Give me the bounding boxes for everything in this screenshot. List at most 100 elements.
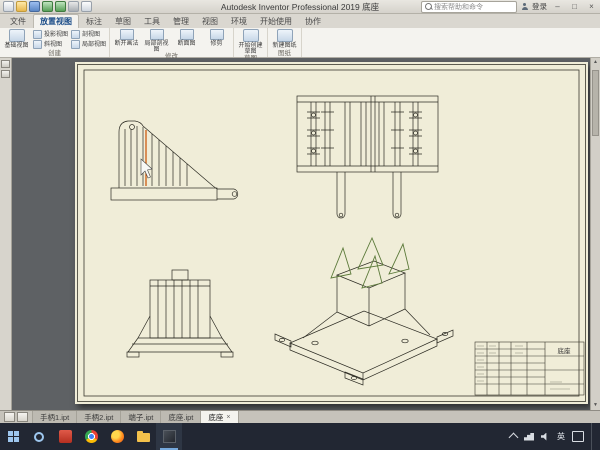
- section-view-button[interactable]: 剖视图: [71, 30, 106, 39]
- redo-icon[interactable]: [55, 1, 66, 12]
- action-center-icon[interactable]: [572, 431, 584, 442]
- start-button[interactable]: [0, 423, 26, 450]
- save-icon[interactable]: [29, 1, 40, 12]
- tab-close-icon[interactable]: ×: [226, 414, 230, 421]
- ribbon: 基础视图 投影视图 斜视图 剖视图 局部视图 创建 断开画法 局部剖视图 断面图…: [0, 28, 600, 62]
- detail-view-label: 局部视图: [82, 41, 107, 48]
- drawing-sheet[interactable]: 底座: [75, 62, 588, 404]
- projected-view-icon: [33, 30, 42, 39]
- doc-tab-terminal[interactable]: 端子.ipt: [121, 411, 162, 423]
- tab-annotate[interactable]: 标注: [80, 15, 108, 28]
- break-out-icon: [149, 29, 164, 40]
- base-view-label: 基础视图: [4, 43, 29, 49]
- print-icon[interactable]: [68, 1, 79, 12]
- view-front-lower-left[interactable]: [126, 269, 234, 358]
- doc-tab-handle2[interactable]: 手柄2.ipt: [77, 411, 122, 423]
- sheet-list-icon[interactable]: [17, 412, 28, 422]
- doc-tab-base-drawing[interactable]: 底座 ×: [201, 411, 239, 423]
- tab-tools[interactable]: 工具: [138, 15, 166, 28]
- taskbar-app-chrome[interactable]: [78, 423, 104, 450]
- projected-view-label: 投影视图: [44, 31, 69, 38]
- graphics-canvas[interactable]: 底座 ▲ ▼: [0, 58, 600, 410]
- break-out-button[interactable]: 局部剖视图: [143, 29, 170, 53]
- ribbon-group-sheets: 新建图纸 图纸: [268, 28, 303, 57]
- doc-tab-handle1[interactable]: 手柄1.ipt: [33, 411, 78, 423]
- slice-icon: [179, 29, 194, 40]
- ribbon-group-create: 基础视图 投影视图 斜视图 剖视图 局部视图 创建: [0, 28, 111, 57]
- new-file-icon[interactable]: [3, 1, 14, 12]
- firefox-icon: [110, 430, 124, 443]
- tray-expand-icon[interactable]: [508, 432, 519, 443]
- detail-view-icon: [71, 40, 81, 49]
- open-file-icon[interactable]: [16, 1, 27, 12]
- windows-logo-icon: [7, 431, 19, 442]
- new-sheet-button[interactable]: 新建图纸: [271, 29, 298, 49]
- browser-menu-icon[interactable]: [1, 70, 10, 78]
- doc-tab-label: 底座: [208, 412, 224, 422]
- minimize-button[interactable]: –: [551, 1, 564, 13]
- iso-gusset-fins[interactable]: [330, 236, 410, 289]
- network-icon[interactable]: [524, 432, 534, 441]
- cortana-icon: [34, 431, 44, 442]
- base-view-icon: [8, 29, 25, 42]
- scrollbar-thumb[interactable]: [592, 70, 599, 136]
- sign-in-button[interactable]: 登录: [532, 1, 547, 12]
- show-desktop-button[interactable]: [591, 423, 595, 450]
- break-button[interactable]: 断开画法: [113, 29, 140, 47]
- tab-get-started[interactable]: 开始使用: [254, 15, 298, 28]
- search-icon: [425, 3, 432, 10]
- maximize-button[interactable]: □: [568, 1, 581, 13]
- tab-manage[interactable]: 管理: [167, 15, 195, 28]
- language-indicator[interactable]: 英: [557, 431, 565, 442]
- taskbar-app-firefox[interactable]: [104, 423, 130, 450]
- auxiliary-view-button[interactable]: 斜视图: [33, 40, 68, 49]
- help-search-input[interactable]: 搜索帮助和命令: [421, 0, 517, 13]
- document-tab-bar: 手柄1.ipt 手柄2.ipt 端子.ipt 底座.ipt 底座 ×: [0, 410, 600, 423]
- doc-tab-base-part[interactable]: 底座.ipt: [161, 411, 202, 423]
- tab-sketch[interactable]: 草图: [109, 15, 137, 28]
- view-isometric[interactable]: [274, 236, 454, 386]
- break-icon: [119, 29, 134, 40]
- quick-access-toolbar: [3, 1, 92, 12]
- crop-icon: [209, 29, 224, 40]
- browser-close-icon[interactable]: [1, 60, 10, 68]
- collapsed-browser-panel[interactable]: [0, 58, 12, 410]
- taskbar-app-red[interactable]: [52, 423, 78, 450]
- taskbar-file-explorer[interactable]: [130, 423, 156, 450]
- cortana-search-button[interactable]: [26, 423, 52, 450]
- start-sketch-button[interactable]: 开始创建草图: [237, 29, 264, 55]
- scroll-down-icon[interactable]: ▼: [591, 401, 600, 410]
- base-view-button[interactable]: 基础视图: [3, 29, 30, 49]
- slice-label: 断面图: [177, 41, 196, 47]
- close-button[interactable]: ×: [585, 1, 598, 13]
- titleblock-part-name: 底座: [558, 346, 572, 355]
- undo-icon[interactable]: [42, 1, 53, 12]
- tab-place-views[interactable]: 放置视图: [33, 14, 79, 28]
- red-app-icon: [58, 430, 72, 443]
- volume-icon[interactable]: [541, 432, 547, 441]
- group-label-sheets[interactable]: 图纸: [271, 50, 298, 57]
- tab-view[interactable]: 视图: [196, 15, 224, 28]
- slice-button[interactable]: 断面图: [173, 29, 200, 47]
- tab-environments[interactable]: 环境: [225, 15, 253, 28]
- vertical-scrollbar[interactable]: ▲ ▼: [590, 58, 600, 410]
- group-label-create[interactable]: 创建: [3, 50, 106, 57]
- tab-file[interactable]: 文件: [4, 15, 32, 28]
- doc-tab-label: 底座.ipt: [168, 412, 194, 422]
- update-icon[interactable]: [81, 1, 92, 12]
- tab-collaborate[interactable]: 协作: [299, 15, 327, 28]
- new-sheet-label: 新建图纸: [272, 43, 297, 49]
- view-side-upper-left[interactable]: [110, 120, 239, 201]
- section-view-icon: [71, 30, 81, 39]
- taskbar-app-inventor[interactable]: [156, 423, 182, 450]
- detail-view-button[interactable]: 局部视图: [71, 40, 106, 49]
- model-browser-icon[interactable]: [4, 412, 15, 422]
- ribbon-tab-row: 文件 放置视图 标注 草图 工具 管理 视图 环境 开始使用 协作: [0, 14, 600, 28]
- scroll-up-icon[interactable]: ▲: [591, 58, 600, 67]
- sheet-frame: [77, 64, 586, 402]
- projected-view-button[interactable]: 投影视图: [33, 30, 68, 39]
- crop-button[interactable]: 修剪: [203, 29, 230, 47]
- title-bar: Autodesk Inventor Professional 2019 底座 搜…: [0, 0, 600, 14]
- inventor-app-icon: [162, 430, 176, 443]
- view-front-upper-right[interactable]: [296, 95, 439, 219]
